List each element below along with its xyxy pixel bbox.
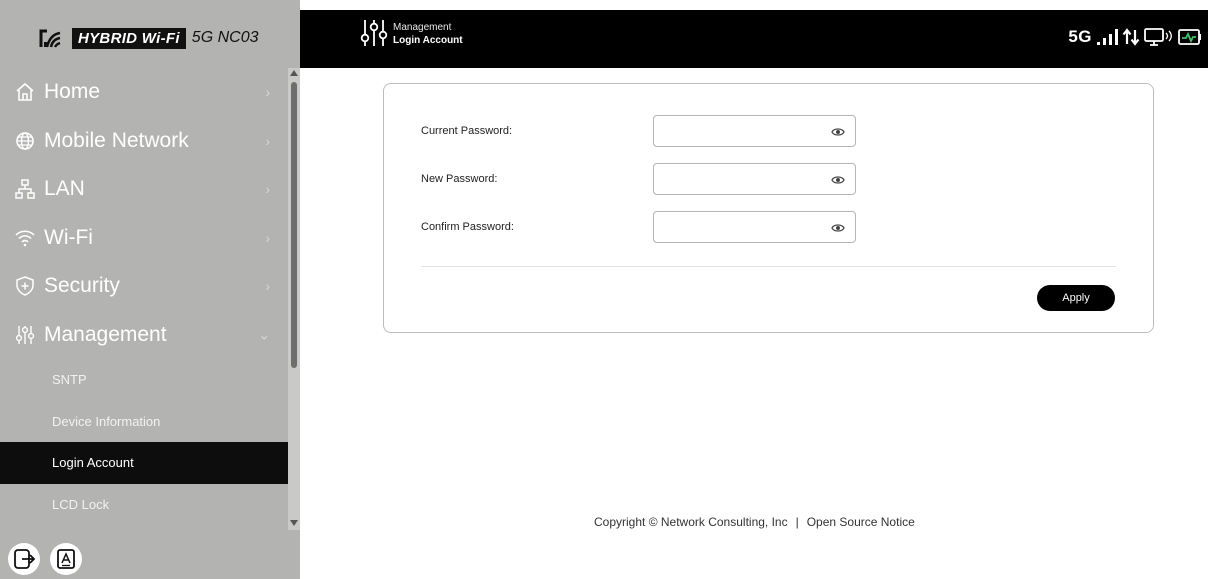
form-divider [421,266,1116,267]
scrollbar-thumb[interactable] [291,82,297,368]
new-password-label: New Password: [421,173,498,185]
brand-hybrid-text: HYBRID Wi-Fi [72,27,186,49]
chevron-right-icon: › [265,132,270,149]
nav-item-mobile-network[interactable]: Mobile Network › [0,117,288,166]
network-icon [14,178,36,200]
current-password-label: Current Password: [421,125,513,137]
subnav-item-lcd-lock[interactable]: LCD Lock [0,484,288,526]
copyright-text: Copyright © Network Consulting, Inc [594,515,788,529]
eye-icon[interactable] [831,126,845,138]
sliders-icon [360,20,388,46]
current-password-field [653,115,856,147]
battery-charging-icon [1178,29,1201,45]
chevron-right-icon: › [265,181,270,198]
nav-item-lan[interactable]: LAN › [0,165,288,214]
top-header: Management Login Account 5G [300,10,1208,68]
signal-strength-icon [1097,29,1118,45]
login-account-card: Current Password: New Password: Confirm … [383,83,1154,333]
subnav-item-sntp[interactable]: SNTP [0,359,288,401]
nav-item-management[interactable]: Management ⌄ [0,311,288,360]
eye-icon[interactable] [831,222,845,234]
new-password-row: New Password: [421,163,861,195]
sliders-icon [14,324,36,346]
nav-item-label: Wi-Fi [44,225,93,249]
brand-logo: HYBRID Wi-Fi 5G NC03 [0,10,300,66]
nav-item-home[interactable]: Home › [0,68,288,117]
current-password-row: Current Password: [421,115,861,147]
footer-separator: | [795,515,799,529]
confirm-password-field [653,211,856,243]
wifi-icon [14,227,36,249]
confirm-password-input[interactable] [654,212,855,242]
nav-item-wifi[interactable]: Wi-Fi › [0,214,288,263]
confirm-password-label: Confirm Password: [421,221,514,233]
subnav-item-device-information[interactable]: Device Information [0,401,288,443]
app-root: HYBRID Wi-Fi 5G NC03 Home › Mobile Netwo… [0,0,1208,579]
chevron-right-icon: › [265,84,270,101]
confirm-password-row: Confirm Password: [421,211,861,243]
current-password-input[interactable] [654,116,855,146]
status-bar: 5G [1068,27,1202,47]
page-footer: Copyright © Network Consulting, Inc | Op… [594,515,915,529]
language-button[interactable] [50,543,82,575]
home-icon [14,81,36,103]
sidebar: HYBRID Wi-Fi 5G NC03 Home › Mobile Netwo… [0,0,300,579]
nav-item-label: Mobile Network [44,128,189,152]
breadcrumb-current: Login Account [393,35,463,46]
breadcrumb: Management Login Account [393,21,463,47]
globe-icon [14,130,36,152]
language-icon [57,549,75,569]
logout-button[interactable] [8,543,40,575]
brand-mark-icon [39,29,61,48]
shield-icon [14,275,36,297]
nav-item-security[interactable]: Security › [0,262,288,311]
subnav-item-login-account[interactable]: Login Account [0,442,288,484]
chevron-down-icon: ⌄ [258,326,270,343]
apply-button[interactable]: Apply [1037,285,1115,311]
logout-icon [14,549,36,569]
brand-model-text: 5G NC03 [191,29,259,46]
open-source-notice-link[interactable]: Open Source Notice [807,515,915,529]
scroll-up-arrow-icon[interactable] [290,70,298,76]
nav-item-label: LAN [44,177,85,201]
sidebar-scrollbar[interactable] [288,68,300,530]
main-nav: Home › Mobile Network › LAN › Wi-Fi › Se… [0,68,288,525]
new-password-field [653,163,856,195]
breadcrumb-parent: Management [393,22,452,33]
chevron-right-icon: › [265,278,270,295]
nav-item-label: Home [44,80,101,104]
nav-item-label: Security [44,274,120,298]
nav-item-label: Management [44,322,167,346]
connected-device-icon [1144,28,1172,46]
network-type-label: 5G [1068,27,1092,46]
data-transfer-icon [1122,28,1140,46]
sidebar-bottom-actions [8,543,82,575]
scroll-down-arrow-icon[interactable] [290,520,298,526]
chevron-right-icon: › [265,229,270,246]
eye-icon[interactable] [831,174,845,186]
new-password-input[interactable] [654,164,855,194]
